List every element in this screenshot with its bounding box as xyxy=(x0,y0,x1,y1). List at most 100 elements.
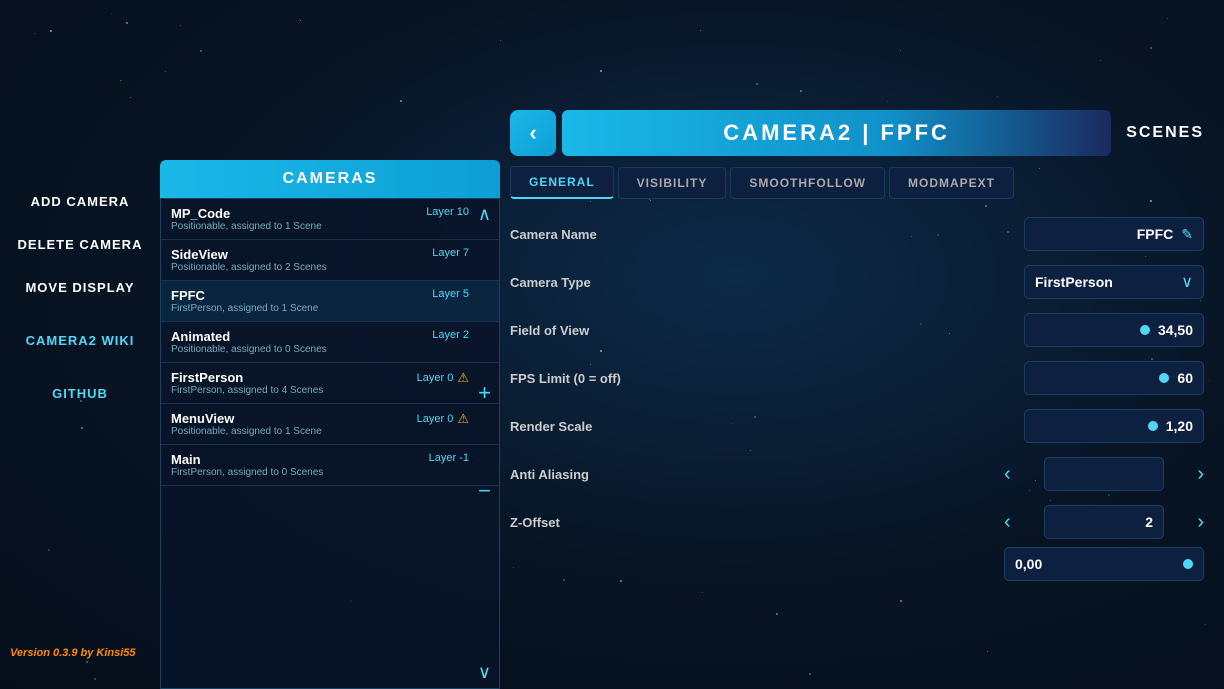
layer-minus-button[interactable]: − xyxy=(478,478,491,504)
warning-icon: ⚠ xyxy=(457,370,469,386)
property-slider-box: 34,50 xyxy=(1024,313,1204,347)
add-camera-button[interactable]: ADD CAMERA xyxy=(0,180,160,223)
property-row: Anti Aliasing‹› xyxy=(510,453,1204,495)
camera-list-item[interactable]: MenuViewPositionable, assigned to 1 Scen… xyxy=(161,404,499,445)
camera-item-info: FPFCFirstPerson, assigned to 1 Scene xyxy=(171,288,318,314)
nav-right-button[interactable]: › xyxy=(1197,463,1204,486)
property-label: FPS Limit (0 = off) xyxy=(510,371,690,386)
slider-dot[interactable] xyxy=(1148,421,1158,431)
property-label: Render Scale xyxy=(510,419,690,434)
bottom-slider-dot xyxy=(1183,559,1193,569)
nav-left-button[interactable]: ‹ xyxy=(1004,463,1011,486)
layer-text: Layer 7 xyxy=(432,247,469,259)
title-text: CAMERA2 | FPFC xyxy=(723,120,950,146)
property-nav-row: ‹ 2 › xyxy=(1004,505,1204,539)
property-value-box: FPFC ✎ xyxy=(1024,217,1204,251)
property-nav-row: ‹› xyxy=(1004,457,1204,491)
property-label: Camera Name xyxy=(510,227,690,242)
nav-right-button[interactable]: › xyxy=(1197,511,1204,534)
camera-list-item[interactable]: AnimatedPositionable, assigned to 0 Scen… xyxy=(161,322,499,363)
camera-panel: Cameras ∧ + − ∨ MP_CodePositionable, ass… xyxy=(160,160,500,689)
property-value-text: FPFC xyxy=(1137,226,1174,242)
camera-list-item[interactable]: FPFCFirstPerson, assigned to 1 Scene Laye… xyxy=(161,281,499,322)
property-select-box[interactable]: FirstPerson ∨ xyxy=(1024,265,1204,299)
tab-general[interactable]: GENERAL xyxy=(510,166,614,199)
camera-item-sub: Positionable, assigned to 2 Scenes xyxy=(171,262,327,273)
sidebar: ADD CAMERA DELETE CAMERA MOVE DISPLAY CA… xyxy=(0,0,160,689)
camera-item-sub: Positionable, assigned to 0 Scenes xyxy=(171,344,327,355)
tab-smoothfollow[interactable]: SMOOTHFOLLOW xyxy=(730,167,885,199)
camera-list-item[interactable]: MP_CodePositionable, assigned to 1 Scene… xyxy=(161,199,499,240)
camera-item-info: MenuViewPositionable, assigned to 1 Scen… xyxy=(171,411,322,437)
property-nav-value xyxy=(1044,457,1164,491)
wiki-button[interactable]: CAMERA2 WIKI xyxy=(0,319,160,362)
camera-item-info: SideViewPositionable, assigned to 2 Scen… xyxy=(171,247,327,273)
github-button[interactable]: GITHUB xyxy=(0,372,160,415)
property-select-text: FirstPerson xyxy=(1035,274,1113,290)
property-label: Z-Offset xyxy=(510,515,690,530)
tab-modmapext[interactable]: MODMAPEXT xyxy=(889,167,1014,199)
camera-item-layer: Layer 5 xyxy=(432,288,469,300)
scroll-down-button[interactable]: ∨ xyxy=(478,662,491,683)
move-display-button[interactable]: MOVE DISPLAY xyxy=(0,266,160,309)
property-slider-box: 60 xyxy=(1024,361,1204,395)
layer-text: Layer 10 xyxy=(426,206,469,218)
chevron-down-icon: ∨ xyxy=(1181,272,1193,292)
edit-icon[interactable]: ✎ xyxy=(1181,226,1193,243)
property-row: Z-Offset ‹ 2 › xyxy=(510,501,1204,543)
scenes-label: SCENES xyxy=(1126,124,1204,142)
property-label: Anti Aliasing xyxy=(510,467,690,482)
right-header: ‹ CAMERA2 | FPFC SCENES xyxy=(510,110,1204,156)
layer-text: Layer 5 xyxy=(432,288,469,300)
layer-text: Layer 0 xyxy=(417,372,454,384)
delete-camera-button[interactable]: DELETE CAMERA xyxy=(0,223,160,266)
property-row: Render Scale 1,20 xyxy=(510,405,1204,447)
camera-item-layer: Layer 0⚠ xyxy=(417,370,469,386)
property-slider-value: 1,20 xyxy=(1166,418,1193,434)
nav-value-text: 2 xyxy=(1145,514,1153,530)
nav-left-button[interactable]: ‹ xyxy=(1004,511,1011,534)
property-label: Field of View xyxy=(510,323,690,338)
property-slider-value: 60 xyxy=(1177,370,1193,386)
camera-list: ∧ + − ∨ MP_CodePositionable, assigned to… xyxy=(160,198,500,689)
camera-list-item[interactable]: MainFirstPerson, assigned to 0 Scenes Lay… xyxy=(161,445,499,486)
back-button[interactable]: ‹ xyxy=(510,110,556,156)
camera-item-layer: Layer 2 xyxy=(432,329,469,341)
layer-text: Layer 0 xyxy=(417,413,454,425)
camera-item-sub: FirstPerson, assigned to 4 Scenes xyxy=(171,385,323,396)
bottom-value-text: 0,00 xyxy=(1015,556,1042,572)
camera-item-sub: FirstPerson, assigned to 0 Scenes xyxy=(171,467,323,478)
title-bar: CAMERA2 | FPFC xyxy=(562,110,1111,156)
properties: Camera NameFPFC✎Camera TypeFirstPerson∨F… xyxy=(510,213,1204,543)
camera-item-layer: Layer 7 xyxy=(432,247,469,259)
slider-dot[interactable] xyxy=(1140,325,1150,335)
camera-item-sub: Positionable, assigned to 1 Scene xyxy=(171,221,322,232)
warning-icon: ⚠ xyxy=(457,411,469,427)
layer-plus-button[interactable]: + xyxy=(478,380,491,406)
slider-dot[interactable] xyxy=(1159,373,1169,383)
camera-item-layer: Layer -1 xyxy=(429,452,469,464)
layer-text: Layer -1 xyxy=(429,452,469,464)
camera-item-name: Main xyxy=(171,452,323,467)
camera-panel-header: Cameras xyxy=(160,160,500,198)
camera-list-item[interactable]: FirstPersonFirstPerson, assigned to 4 Sc… xyxy=(161,363,499,404)
property-slider-value: 34,50 xyxy=(1158,322,1193,338)
property-row: Field of View 34,50 xyxy=(510,309,1204,351)
camera-item-info: AnimatedPositionable, assigned to 0 Scen… xyxy=(171,329,327,355)
camera-item-info: MP_CodePositionable, assigned to 1 Scene xyxy=(171,206,322,232)
property-nav-value: 2 xyxy=(1044,505,1164,539)
camera-item-name: FPFC xyxy=(171,288,318,303)
bottom-value-box: 0,00 xyxy=(1004,547,1204,581)
camera-list-item[interactable]: SideViewPositionable, assigned to 2 Scen… xyxy=(161,240,499,281)
camera-item-sub: Positionable, assigned to 1 Scene xyxy=(171,426,322,437)
property-label: Camera Type xyxy=(510,275,690,290)
bottom-value-row: 0,00 xyxy=(510,547,1204,581)
tab-visibility[interactable]: VISIBILITY xyxy=(618,167,727,199)
camera-item-sub: FirstPerson, assigned to 1 Scene xyxy=(171,303,318,314)
tabs-row: GENERALVISIBILITYSMOOTHFOLLOWMODMAPEXT xyxy=(510,166,1204,199)
scroll-up-button[interactable]: ∧ xyxy=(478,204,491,225)
right-panel: ‹ CAMERA2 | FPFC SCENES GENERALVISIBILIT… xyxy=(510,110,1204,689)
camera-item-info: FirstPersonFirstPerson, assigned to 4 Sc… xyxy=(171,370,323,396)
property-row: FPS Limit (0 = off) 60 xyxy=(510,357,1204,399)
camera-item-name: Animated xyxy=(171,329,327,344)
